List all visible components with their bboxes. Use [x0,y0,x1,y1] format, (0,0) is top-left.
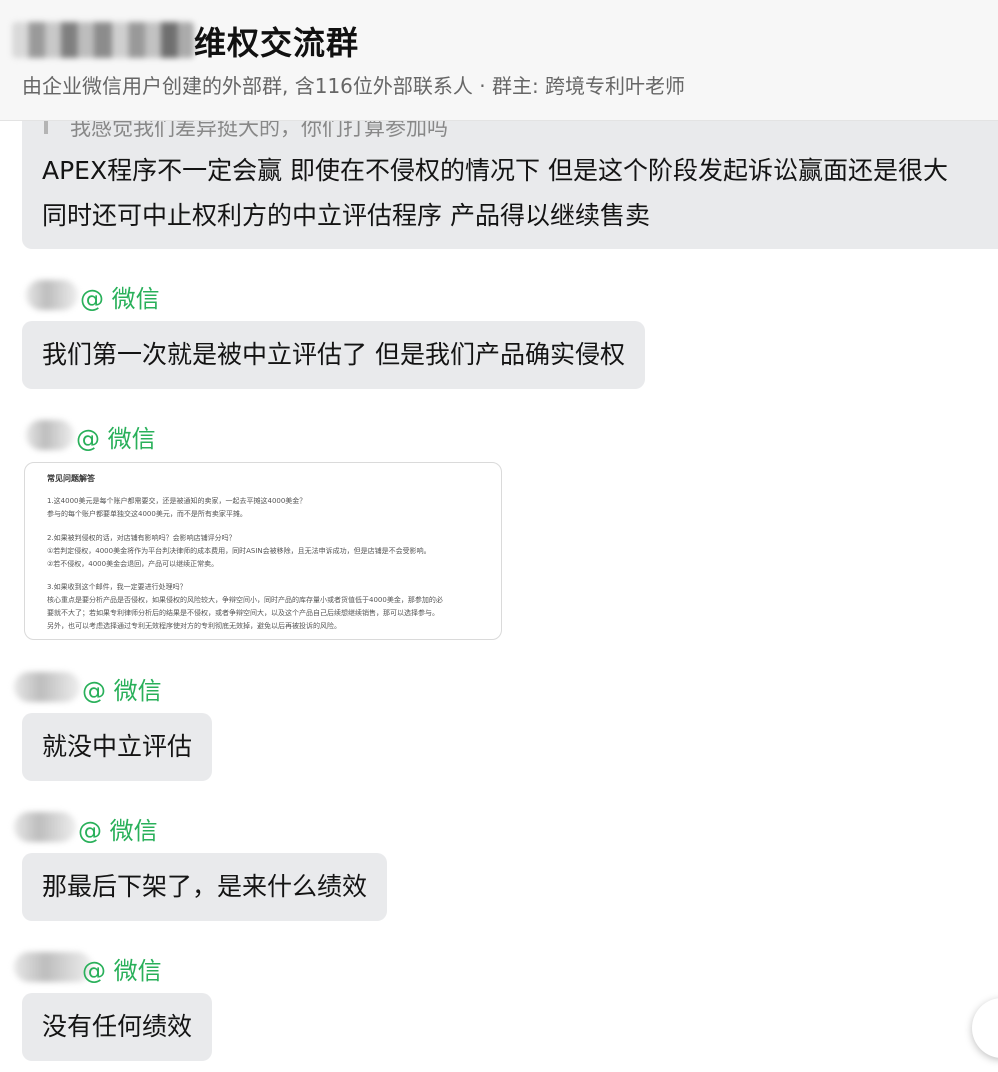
faq-line: 3.如果收到这个邮件，我一定要进行处理吗？ [47,583,187,591]
sender-avatar-name-blurred[interactable] [14,812,76,842]
group-title[interactable]: 维权交流群 [194,18,359,64]
sender-source: @ 微信 [82,957,162,985]
faq-line: 要就不大了；若如果专利律师分析后的结果是不侵权，或者争辩空间大，以及这个产品自己… [47,609,439,617]
message-bubble[interactable]: 没有任何绩效 [22,993,213,1061]
sender-source: @ 微信 [76,425,156,453]
group-info[interactable]: 由企业微信用户创建的外部群, 含116位外部联系人 · 群主: 跨境专利叶老师 [22,70,685,99]
faq-title: 常见问题解答 [47,474,95,483]
sender-source: @ 微信 [78,817,158,845]
faq-line: ①若判定侵权，4000美金将作为平台判决律师的成本费用，同时ASIN会被移除，且… [47,547,431,555]
faq-line: 2.如果被判侵权的话，对店铺有影响吗？会影响店铺评分吗？ [47,534,236,542]
image-message-faq[interactable]: 常见问题解答 1.这4000美元是每个账户都需要交，还是被通知的卖家，一起去平摊… [24,462,502,640]
sender-avatar-name-blurred[interactable] [14,952,92,982]
group-name-prefix-blurred [12,22,194,58]
message-line: APEX程序不一定会赢 即使在不侵权的情况下 但是这个阶段发起诉讼赢面还是很大 [42,156,948,185]
message-bubble[interactable]: 我们第一次就是被中立评估了 但是我们产品确实侵权 [22,321,645,389]
faq-line: 另外，也可以考虑选择通过专利无效程序使对方的专利彻底无效掉，避免以后再被投诉的风… [47,622,341,630]
message-bubble[interactable]: 那最后下架了，是来什么绩效 [22,853,388,921]
chat-area: 我感觉我们差异挺大的，你们打算参加吗 APEX程序不一定会赢 即使在不侵权的情况… [0,0,998,1072]
message-line: 同时还可中止权利方的中立评估程序 产品得以继续售卖 [42,201,650,230]
sender-avatar-name-blurred[interactable] [26,420,74,450]
sender-source: @ 微信 [80,285,160,313]
sender-avatar-name-blurred[interactable] [14,672,80,702]
sender-avatar-name-blurred[interactable] [26,280,78,310]
faq-line: 参与的每个账户都要单独交这4000美元，而不是所有卖家平摊。 [47,510,247,518]
faq-line: 1.这4000美元是每个账户都需要交，还是被通知的卖家，一起去平摊这4000美金… [47,497,307,505]
scroll-to-bottom-button[interactable] [972,998,998,1058]
chat-header: 维权交流群 由企业微信用户创建的外部群, 含116位外部联系人 · 群主: 跨境… [0,0,998,121]
faq-line: 核心重点是要分析产品是否侵权，如果侵权的风险较大，争辩空间小，同时产品的库存量小… [47,596,443,604]
message-bubble[interactable]: 就没中立评估 [22,713,213,781]
faq-line: ②若不侵权，4000美金会退回，产品可以继续正常卖。 [47,560,219,568]
sender-source: @ 微信 [82,677,162,705]
